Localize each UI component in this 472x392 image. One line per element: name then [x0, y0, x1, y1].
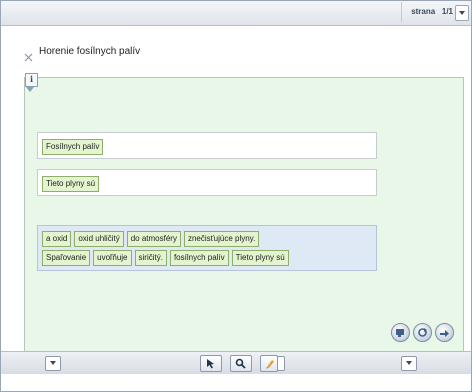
next-button[interactable]	[435, 323, 454, 342]
status-bar	[1, 374, 471, 391]
page-title: Horenie fosílnych palív	[39, 46, 141, 57]
collapse-icon[interactable]	[24, 53, 33, 62]
word-chip[interactable]: Tieto plyny sú	[231, 250, 289, 266]
check-icon	[396, 329, 404, 337]
activity-header: Horenie fosílnych palív	[1, 41, 471, 62]
view-dropdown-button[interactable]	[401, 356, 417, 371]
word-chip[interactable]: siričitý.	[134, 250, 167, 266]
zoom-icon	[235, 358, 246, 369]
word-bank: a oxid oxid uhličitý do atmosféry znečis…	[37, 225, 377, 271]
page-label: strana	[411, 7, 436, 16]
word-bank-row-2: Spaľovanie uvoľňuje siričitý. fosílnych …	[42, 250, 289, 266]
pen-icon	[266, 360, 274, 369]
sentence-drop-zone-1[interactable]: Fosílnych palív	[37, 132, 377, 159]
word-bank-row-1: a oxid oxid uhličitý do atmosféry znečis…	[42, 231, 260, 247]
info-icon[interactable]: i	[25, 73, 38, 87]
page-dropdown-button[interactable]	[455, 5, 469, 21]
word-chip[interactable]: uvoľňuje	[93, 250, 132, 266]
page-value: 1/1	[441, 7, 453, 16]
pointer-icon	[207, 359, 214, 369]
nav-dropdown-button[interactable]	[45, 356, 61, 371]
sentence-drop-zone-2[interactable]: Tieto plyny sú	[37, 169, 377, 196]
bottom-toolbar	[1, 351, 471, 375]
check-button[interactable]	[391, 323, 410, 342]
pen-options-button[interactable]	[277, 356, 285, 371]
exercise-panel	[24, 77, 464, 353]
info-arrow-icon	[26, 87, 34, 92]
word-chip[interactable]: Spaľovanie	[42, 250, 91, 266]
pen-tool-button[interactable]	[260, 355, 278, 372]
page-indicator: strana 1/1	[401, 2, 453, 22]
reset-icon	[418, 328, 427, 337]
divider	[401, 2, 403, 22]
word-chip[interactable]: znečisťujúce plyny.	[183, 231, 260, 247]
top-toolbar: strana 1/1	[1, 1, 471, 26]
next-icon	[440, 330, 449, 337]
placed-word-chip[interactable]: Tieto plyny sú	[42, 176, 100, 192]
word-chip[interactable]: a oxid	[42, 231, 72, 247]
word-chip[interactable]: oxid uhličitý	[74, 231, 124, 247]
app-window: strana 1/1 Horenie fosílnych palív i Fos…	[0, 0, 472, 392]
pointer-tool-button[interactable]	[200, 355, 222, 372]
reset-button[interactable]	[413, 323, 432, 342]
placed-word-chip[interactable]: Fosílnych palív	[42, 139, 104, 155]
zoom-tool-button[interactable]	[230, 355, 252, 372]
word-chip[interactable]: fosílnych palív	[169, 250, 229, 266]
word-chip[interactable]: do atmosféry	[126, 231, 181, 247]
